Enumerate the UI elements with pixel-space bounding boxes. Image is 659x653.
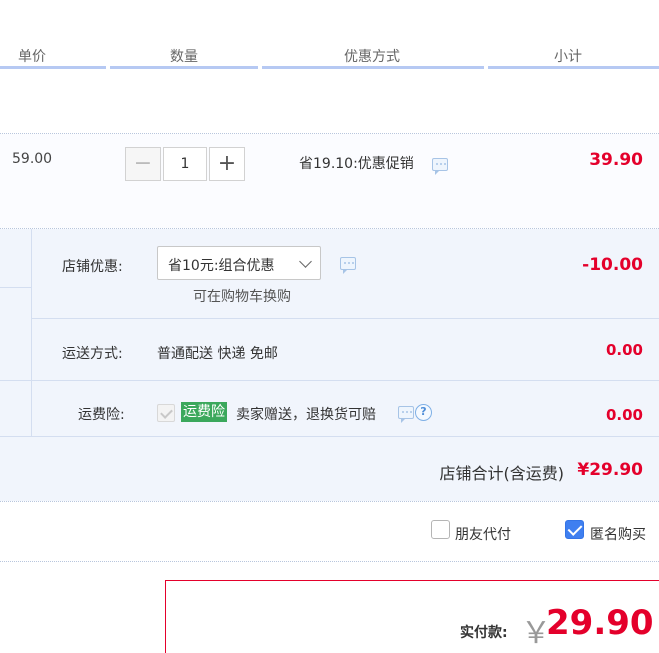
shipping-method: 普通配送 快递 免邮 bbox=[157, 346, 278, 362]
shop-coupon-select[interactable]: 省10元:组合优惠 bbox=[157, 246, 321, 280]
divider bbox=[0, 501, 659, 502]
actual-payment-amount: 29.90 bbox=[546, 603, 654, 643]
friend-pay-label[interactable]: 朋友代付 bbox=[455, 524, 511, 544]
cart-table-header: 单价 数量 优惠方式 小计 bbox=[0, 0, 659, 70]
actual-payment-label: 实付款: bbox=[460, 625, 508, 641]
cart-item-row bbox=[0, 134, 659, 228]
decrease-quantity-button[interactable]: − bbox=[125, 147, 161, 181]
increase-quantity-button[interactable]: + bbox=[209, 147, 245, 181]
shop-coupon-selected: 省10元:组合优惠 bbox=[168, 258, 275, 274]
quantity-input[interactable]: 1 bbox=[163, 147, 207, 181]
item-promotion-text: 省19.10:优惠促销 bbox=[299, 156, 414, 172]
divider bbox=[0, 561, 659, 562]
chevron-down-icon bbox=[299, 255, 312, 268]
insurance-label: 运费险: bbox=[78, 407, 125, 423]
insurance-checkbox bbox=[157, 404, 175, 422]
header-underline bbox=[488, 66, 659, 69]
exchange-in-cart-link[interactable]: 可在购物车换购 bbox=[193, 286, 291, 306]
insurance-description: 卖家赠送，退换货可赔 bbox=[236, 407, 376, 423]
order-options-row bbox=[0, 503, 659, 561]
header-promotion: 优惠方式 bbox=[344, 49, 400, 65]
help-icon[interactable]: ? bbox=[415, 404, 432, 421]
shop-total-value: ¥29.90 bbox=[577, 460, 643, 480]
header-subtotal: 小计 bbox=[554, 49, 582, 65]
shipping-label: 运送方式: bbox=[62, 346, 123, 362]
item-subtotal: 39.90 bbox=[589, 150, 643, 170]
friend-pay-checkbox[interactable] bbox=[431, 520, 450, 539]
shop-coupon-value: -10.00 bbox=[582, 255, 643, 275]
shop-total-label: 店铺合计(含运费) bbox=[439, 464, 565, 483]
insurance-tag: 运费险 bbox=[181, 402, 227, 422]
header-underline bbox=[0, 66, 106, 69]
header-unit-price: 单价 bbox=[18, 49, 46, 65]
anonymous-purchase-checkbox[interactable] bbox=[565, 520, 584, 539]
message-icon[interactable] bbox=[340, 257, 356, 274]
header-underline bbox=[110, 66, 258, 69]
header-underline bbox=[262, 66, 484, 69]
message-icon[interactable] bbox=[398, 406, 414, 423]
message-icon[interactable] bbox=[432, 158, 448, 175]
shipping-value: 0.00 bbox=[605, 341, 643, 359]
unit-price: 59.00 bbox=[12, 151, 53, 167]
header-quantity: 数量 bbox=[170, 49, 198, 65]
insurance-value: 0.00 bbox=[605, 406, 643, 424]
shop-coupon-label: 店铺优惠: bbox=[62, 259, 123, 275]
anonymous-purchase-label[interactable]: 匿名购买 bbox=[590, 524, 646, 544]
